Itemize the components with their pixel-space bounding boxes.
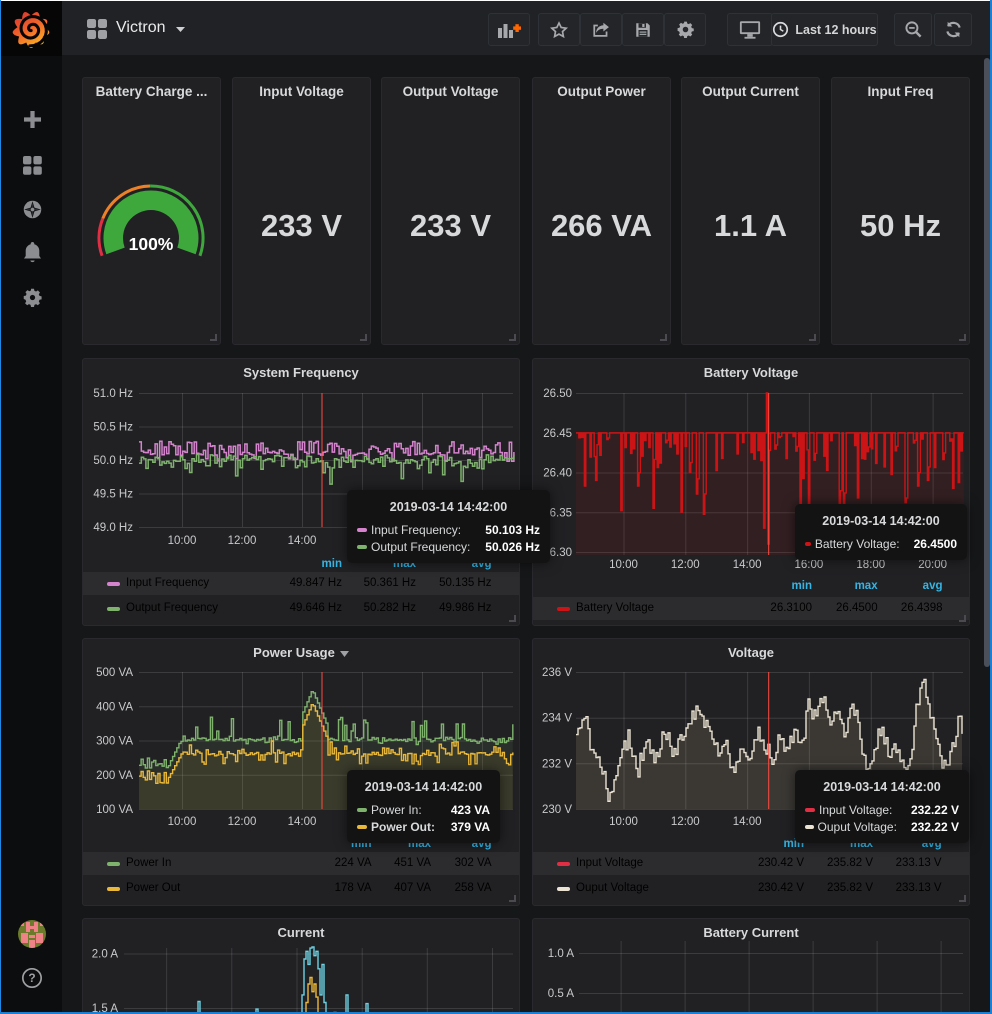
svg-text:10:00: 10:00 xyxy=(168,816,197,828)
svg-text:300 VA: 300 VA xyxy=(96,736,133,748)
svg-text:26.50: 26.50 xyxy=(543,388,572,400)
svg-text:0.5 A: 0.5 A xyxy=(548,988,575,1000)
svg-text:49.5 Hz: 49.5 Hz xyxy=(93,489,133,501)
svg-text:20:00: 20:00 xyxy=(918,559,947,571)
svg-text:100 VA: 100 VA xyxy=(96,804,133,816)
svg-text:14:00: 14:00 xyxy=(733,559,762,571)
svg-text:?: ? xyxy=(28,971,35,985)
svg-text:2.0 A: 2.0 A xyxy=(92,949,119,961)
svg-text:236 V: 236 V xyxy=(542,667,572,679)
svg-text:18:00: 18:00 xyxy=(856,559,885,571)
svg-text:26.45: 26.45 xyxy=(543,428,572,440)
svg-text:50.0 Hz: 50.0 Hz xyxy=(93,455,133,467)
svg-text:12:00: 12:00 xyxy=(228,535,257,547)
svg-text:14:00: 14:00 xyxy=(288,535,317,547)
svg-text:500 VA: 500 VA xyxy=(96,667,133,679)
svg-text:400 VA: 400 VA xyxy=(96,701,133,713)
svg-text:234 V: 234 V xyxy=(542,713,572,725)
svg-text:10:00: 10:00 xyxy=(609,559,638,571)
svg-text:14:00: 14:00 xyxy=(733,816,762,828)
svg-text:232 V: 232 V xyxy=(542,758,572,770)
svg-text:230 V: 230 V xyxy=(542,804,572,816)
svg-text:1.0 A: 1.0 A xyxy=(548,948,575,960)
svg-text:10:00: 10:00 xyxy=(609,816,638,828)
svg-text:16:00: 16:00 xyxy=(795,559,824,571)
svg-text:12:00: 12:00 xyxy=(671,559,700,571)
svg-text:50.5 Hz: 50.5 Hz xyxy=(93,422,133,434)
svg-text:14:00: 14:00 xyxy=(288,816,317,828)
svg-text:200 VA: 200 VA xyxy=(96,770,133,782)
svg-text:49.0 Hz: 49.0 Hz xyxy=(93,522,133,534)
svg-text:12:00: 12:00 xyxy=(671,816,700,828)
svg-text:12:00: 12:00 xyxy=(228,816,257,828)
svg-text:51.0 Hz: 51.0 Hz xyxy=(93,388,133,400)
svg-text:26.40: 26.40 xyxy=(543,468,572,480)
svg-text:10:00: 10:00 xyxy=(168,535,197,547)
